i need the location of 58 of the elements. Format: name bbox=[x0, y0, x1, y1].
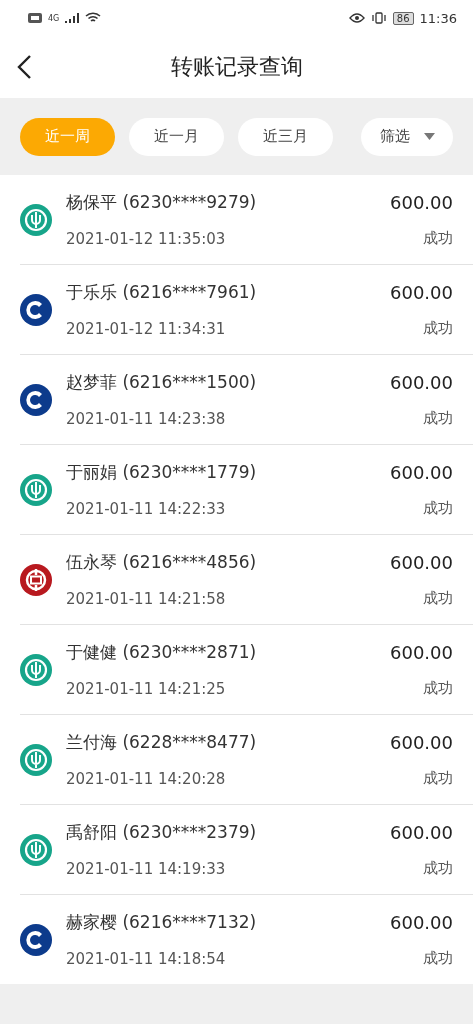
transfer-status: 成功 bbox=[423, 408, 453, 428]
amount: 600.00 bbox=[390, 551, 453, 573]
page-title: 转账记录查询 bbox=[170, 53, 303, 81]
payee-name: 赵梦菲 (6216****1500) bbox=[66, 371, 258, 394]
wheat-logo-icon bbox=[20, 743, 52, 776]
transfer-status: 成功 bbox=[423, 228, 453, 248]
payee-name: 于乐乐 (6216****7961) bbox=[66, 281, 258, 304]
amount: 600.00 bbox=[390, 191, 453, 213]
transfer-status: 成功 bbox=[423, 498, 453, 518]
period-tab[interactable]: 近一月 bbox=[129, 117, 224, 156]
transfer-status: 成功 bbox=[423, 858, 453, 878]
transfer-time: 2021-01-11 14:19:33 bbox=[66, 860, 227, 878]
clock: 11:36 bbox=[419, 10, 457, 26]
transfer-time: 2021-01-11 14:23:38 bbox=[66, 410, 227, 428]
wifi-icon bbox=[85, 12, 102, 24]
filter-dropdown[interactable]: 筛选 bbox=[361, 117, 453, 156]
payee-name: 杨保平 (6230****9279) bbox=[66, 191, 258, 214]
amount: 600.00 bbox=[390, 821, 453, 843]
transfer-time: 2021-01-11 14:18:54 bbox=[66, 950, 227, 968]
payee-name: 伍永琴 (6216****4856) bbox=[66, 551, 258, 574]
amount: 600.00 bbox=[390, 641, 453, 663]
battery-level: 86 bbox=[392, 11, 414, 25]
amount: 600.00 bbox=[390, 461, 453, 483]
transfer-status: 成功 bbox=[423, 588, 453, 608]
wheat-logo-icon bbox=[20, 833, 52, 866]
transfer-time: 2021-01-12 11:35:03 bbox=[66, 230, 227, 248]
network-type: 4G bbox=[48, 13, 60, 23]
payee-name: 于丽娟 (6230****1779) bbox=[66, 461, 258, 484]
amount: 600.00 bbox=[390, 371, 453, 393]
payee-name: 赫家樱 (6216****7132) bbox=[66, 911, 258, 934]
transfer-status: 成功 bbox=[423, 948, 453, 968]
transfer-time: 2021-01-11 14:22:33 bbox=[66, 500, 227, 518]
payee-name: 于健健 (6230****2871) bbox=[66, 641, 258, 664]
coin-logo-icon bbox=[20, 923, 52, 956]
eye-icon bbox=[348, 13, 365, 23]
amount: 600.00 bbox=[390, 731, 453, 753]
wheat-logo-icon bbox=[20, 473, 52, 506]
wheat-logo-icon bbox=[20, 203, 52, 236]
payee-name: 兰付海 (6228****8477) bbox=[66, 731, 258, 754]
payee-name: 禹舒阳 (6230****2379) bbox=[66, 821, 258, 844]
transfer-time: 2021-01-12 11:34:31 bbox=[66, 320, 227, 338]
transfer-status: 成功 bbox=[423, 318, 453, 338]
coin-logo-icon bbox=[20, 563, 52, 596]
amount: 600.00 bbox=[390, 911, 453, 933]
transfer-status: 成功 bbox=[423, 678, 453, 698]
amount: 600.00 bbox=[390, 281, 453, 303]
coin-logo-icon bbox=[20, 383, 52, 416]
signal-icon bbox=[65, 12, 80, 24]
vibrate-icon bbox=[370, 12, 387, 24]
transfer-time: 2021-01-11 14:21:25 bbox=[66, 680, 227, 698]
wheat-logo-icon bbox=[20, 653, 52, 686]
caret-icon bbox=[423, 133, 435, 140]
coin-logo-icon bbox=[20, 293, 52, 326]
hd-icon bbox=[28, 13, 42, 23]
transfer-status: 成功 bbox=[423, 768, 453, 788]
transfer-time: 2021-01-11 14:21:58 bbox=[66, 590, 227, 608]
period-tab[interactable]: 近三月 bbox=[238, 117, 333, 156]
transfer-time: 2021-01-11 14:20:28 bbox=[66, 770, 227, 788]
